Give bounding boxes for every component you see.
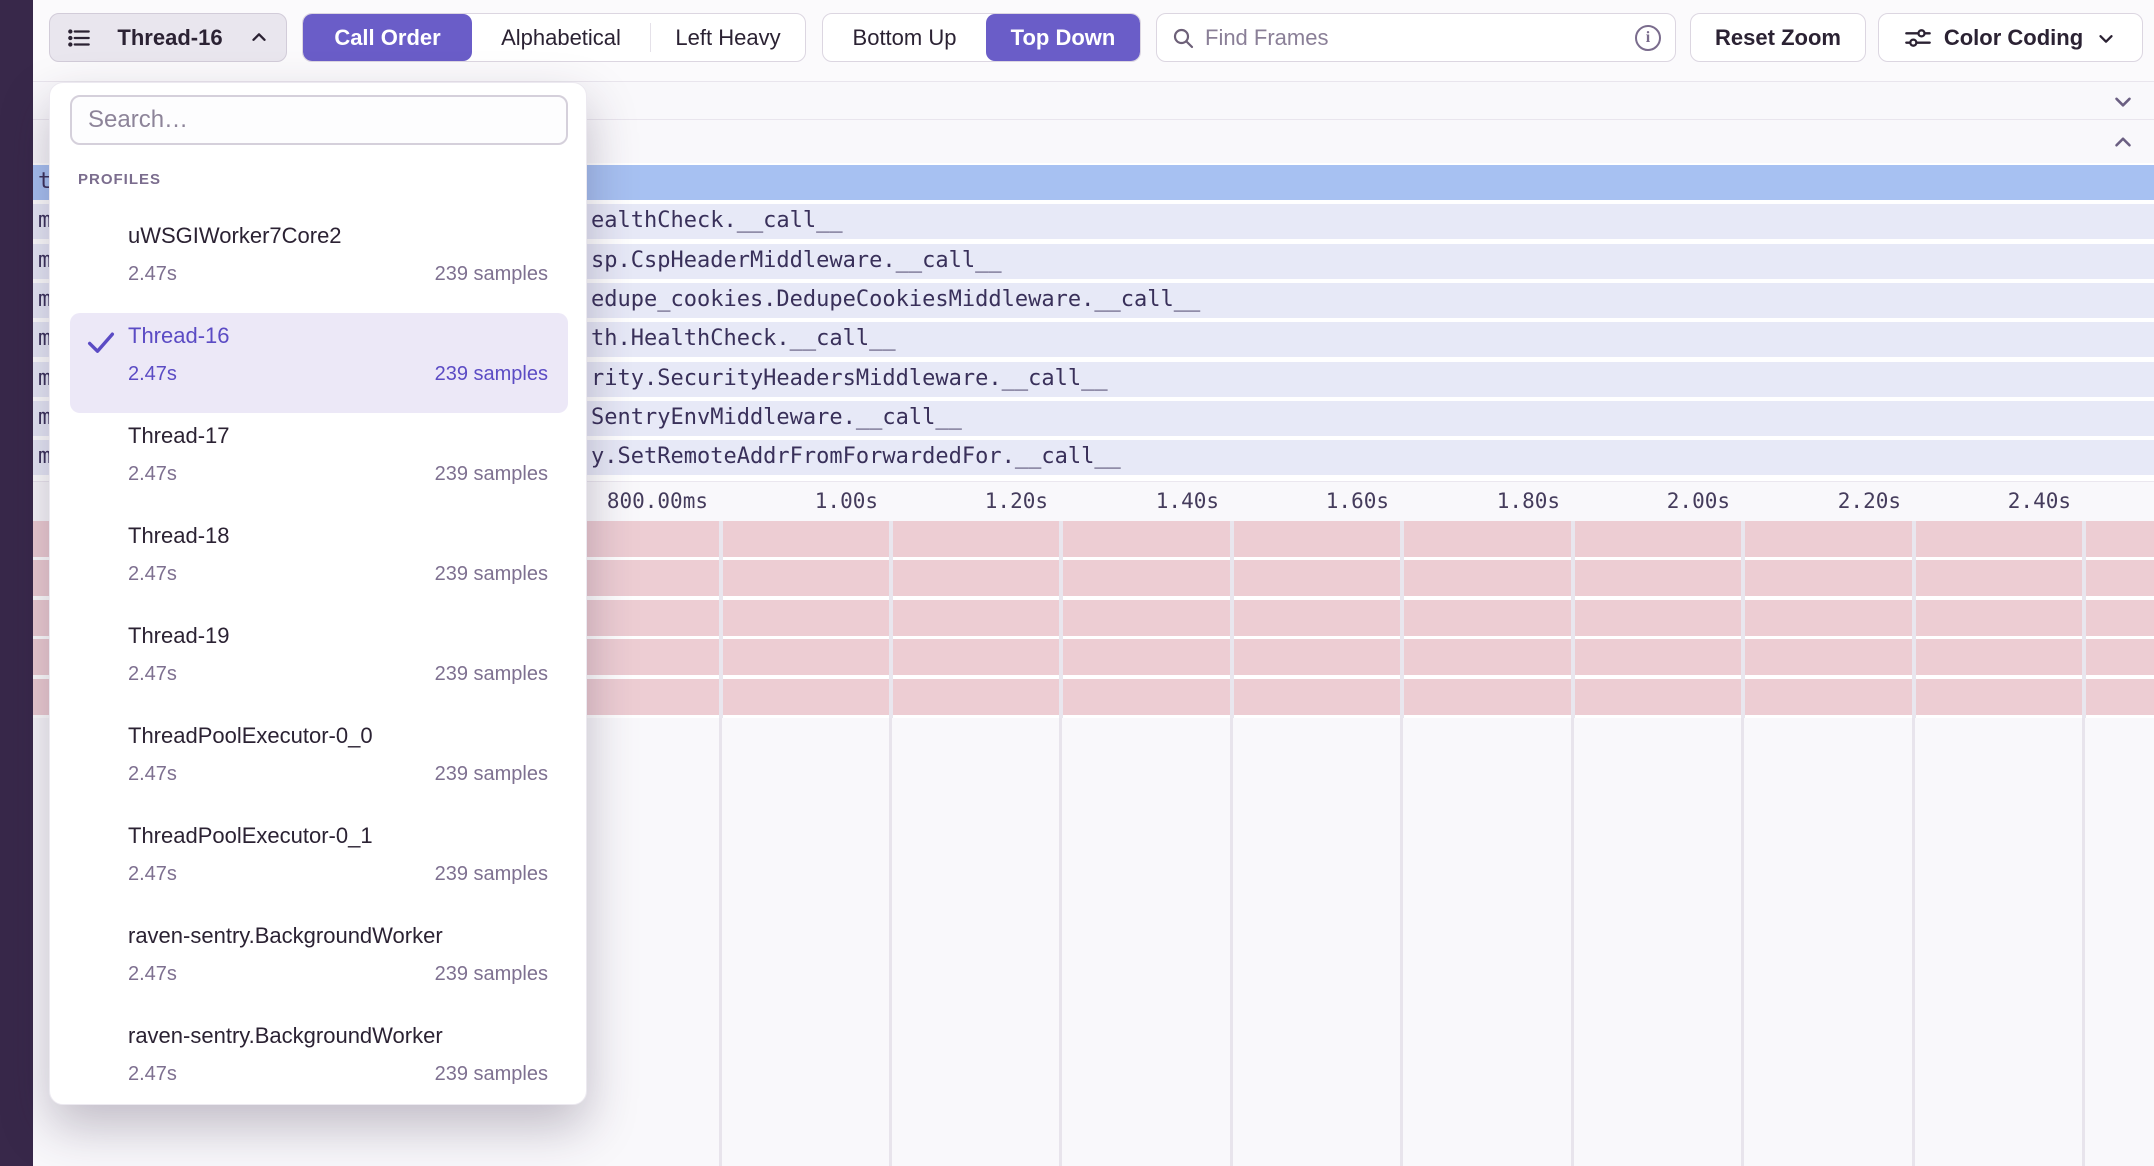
gridline [1400, 718, 1403, 1166]
profile-samples: 239 samples [435, 863, 548, 886]
profile-samples: 239 samples [435, 263, 548, 286]
profile-duration: 2.47s [128, 463, 177, 486]
gridline [1230, 718, 1233, 1166]
gridline [1059, 521, 1063, 718]
profile-name: Thread-19 [128, 623, 230, 649]
axis-tick: 1.40s [1156, 489, 1219, 513]
axis-tick: 800.00ms [607, 489, 708, 513]
profile-duration: 2.47s [128, 1063, 177, 1086]
reset-zoom-label: Reset Zoom [1715, 25, 1841, 51]
profile-option[interactable]: ThreadPoolExecutor-0_1 2.47s 239 samples [70, 813, 568, 913]
axis-tick: 1.20s [985, 489, 1048, 513]
search-icon [1171, 26, 1195, 50]
gridline [1912, 521, 1916, 718]
frame-label: SentryEnvMiddleware.__call__ [591, 405, 962, 430]
profile-duration: 2.47s [128, 863, 177, 886]
segment-bottom-up[interactable]: Bottom Up [823, 14, 986, 61]
gridline [1912, 718, 1915, 1166]
profile-duration: 2.47s [128, 663, 177, 686]
profiles-section-label: PROFILES [78, 171, 161, 188]
profile-duration: 2.47s [128, 363, 177, 386]
gridline [889, 718, 892, 1166]
thread-selector-dropdown: PROFILES uWSGIWorker7Core2 2.47s 239 sam… [49, 82, 587, 1105]
profile-samples: 239 samples [435, 363, 548, 386]
frame-label: ealthCheck.__call__ [591, 208, 843, 233]
profile-option[interactable]: Thread-17 2.47s 239 samples [70, 413, 568, 513]
left-dark-rail [0, 0, 33, 1166]
profile-name: Thread-17 [128, 423, 230, 449]
profile-name: Thread-16 [128, 323, 230, 349]
profile-duration: 2.47s [128, 563, 177, 586]
profile-option[interactable]: Thread-19 2.47s 239 samples [70, 613, 568, 713]
segment-left-heavy[interactable]: Left Heavy [651, 14, 805, 61]
gridline [719, 718, 722, 1166]
axis-tick: 1.00s [815, 489, 878, 513]
find-frames-placeholder: Find Frames [1205, 25, 1625, 51]
gridline [2082, 718, 2085, 1166]
axis-tick: 2.40s [2008, 489, 2071, 513]
profile-samples: 239 samples [435, 563, 548, 586]
chevron-up-icon[interactable] [2110, 129, 2136, 155]
frame-label: th.HealthCheck.__call__ [591, 326, 896, 351]
frame-label: sp.CspHeaderMiddleware.__call__ [591, 248, 1002, 273]
profile-name: Thread-18 [128, 523, 230, 549]
gridline [889, 521, 893, 718]
profile-duration: 2.47s [128, 963, 177, 986]
thread-selector-label: Thread-16 [117, 25, 222, 51]
reset-zoom-button[interactable]: Reset Zoom [1690, 13, 1866, 62]
gridline [1571, 718, 1574, 1166]
gridline [1741, 521, 1745, 718]
sort-segmented-control: Call Order Alphabetical Left Heavy [302, 13, 806, 62]
profile-option-selected[interactable]: Thread-16 2.47s 239 samples [70, 313, 568, 413]
info-icon[interactable]: i [1635, 25, 1661, 51]
segment-alphabetical[interactable]: Alphabetical [472, 14, 650, 61]
profile-name: raven-sentry.BackgroundWorker [128, 1023, 443, 1049]
axis-tick: 2.20s [1838, 489, 1901, 513]
profile-name: uWSGIWorker7Core2 [128, 223, 342, 249]
checkmark-icon [84, 325, 118, 359]
chevron-down-icon[interactable] [2110, 88, 2136, 114]
profile-option[interactable]: Thread-18 2.47s 239 samples [70, 513, 568, 613]
profile-duration: 2.47s [128, 263, 177, 286]
profile-samples: 239 samples [435, 963, 548, 986]
gridline [1059, 718, 1062, 1166]
profile-samples: 239 samples [435, 1063, 548, 1086]
frame-label: edupe_cookies.DedupeCookiesMiddleware.__… [591, 287, 1200, 312]
profile-option[interactable]: raven-sentry.BackgroundWorker 2.47s 239 … [70, 1013, 568, 1113]
gridline [1400, 521, 1404, 718]
frame-label: y.SetRemoteAddrFromForwardedFor.__call__ [591, 444, 1121, 469]
thread-selector-button[interactable]: Thread-16 [49, 13, 287, 62]
gridline [719, 521, 723, 718]
profile-duration: 2.47s [128, 763, 177, 786]
gridline [1571, 521, 1575, 718]
find-frames-search[interactable]: Find Frames i [1156, 13, 1676, 62]
list-icon [66, 25, 92, 51]
profile-option[interactable]: ThreadPoolExecutor-0_0 2.47s 239 samples [70, 713, 568, 813]
axis-tick: 1.80s [1497, 489, 1560, 513]
sliders-icon [1904, 24, 1932, 52]
profile-name: ThreadPoolExecutor-0_1 [128, 823, 373, 849]
profile-samples: 239 samples [435, 463, 548, 486]
direction-segmented-control: Bottom Up Top Down [822, 13, 1141, 62]
gridline [2082, 521, 2086, 718]
gridline [1741, 718, 1744, 1166]
color-coding-label: Color Coding [1944, 25, 2083, 51]
axis-tick: 1.60s [1326, 489, 1389, 513]
profile-name: raven-sentry.BackgroundWorker [128, 923, 443, 949]
profile-name: ThreadPoolExecutor-0_0 [128, 723, 373, 749]
chevron-up-icon [248, 27, 270, 49]
profile-option[interactable]: raven-sentry.BackgroundWorker 2.47s 239 … [70, 913, 568, 1013]
profile-option[interactable]: uWSGIWorker7Core2 2.47s 239 samples [70, 213, 568, 313]
chevron-down-icon [2095, 27, 2117, 49]
profile-samples: 239 samples [435, 763, 548, 786]
axis-tick: 2.00s [1667, 489, 1730, 513]
dropdown-search-input[interactable] [70, 95, 568, 145]
segment-top-down[interactable]: Top Down [986, 14, 1140, 61]
color-coding-button[interactable]: Color Coding [1878, 13, 2143, 62]
gridline [1230, 521, 1234, 718]
segment-call-order[interactable]: Call Order [303, 14, 472, 61]
frame-label: rity.SecurityHeadersMiddleware.__call__ [591, 366, 1108, 391]
profile-samples: 239 samples [435, 663, 548, 686]
profiling-toolbar: Thread-16 Call Order Alphabetical Left H… [33, 0, 2154, 82]
